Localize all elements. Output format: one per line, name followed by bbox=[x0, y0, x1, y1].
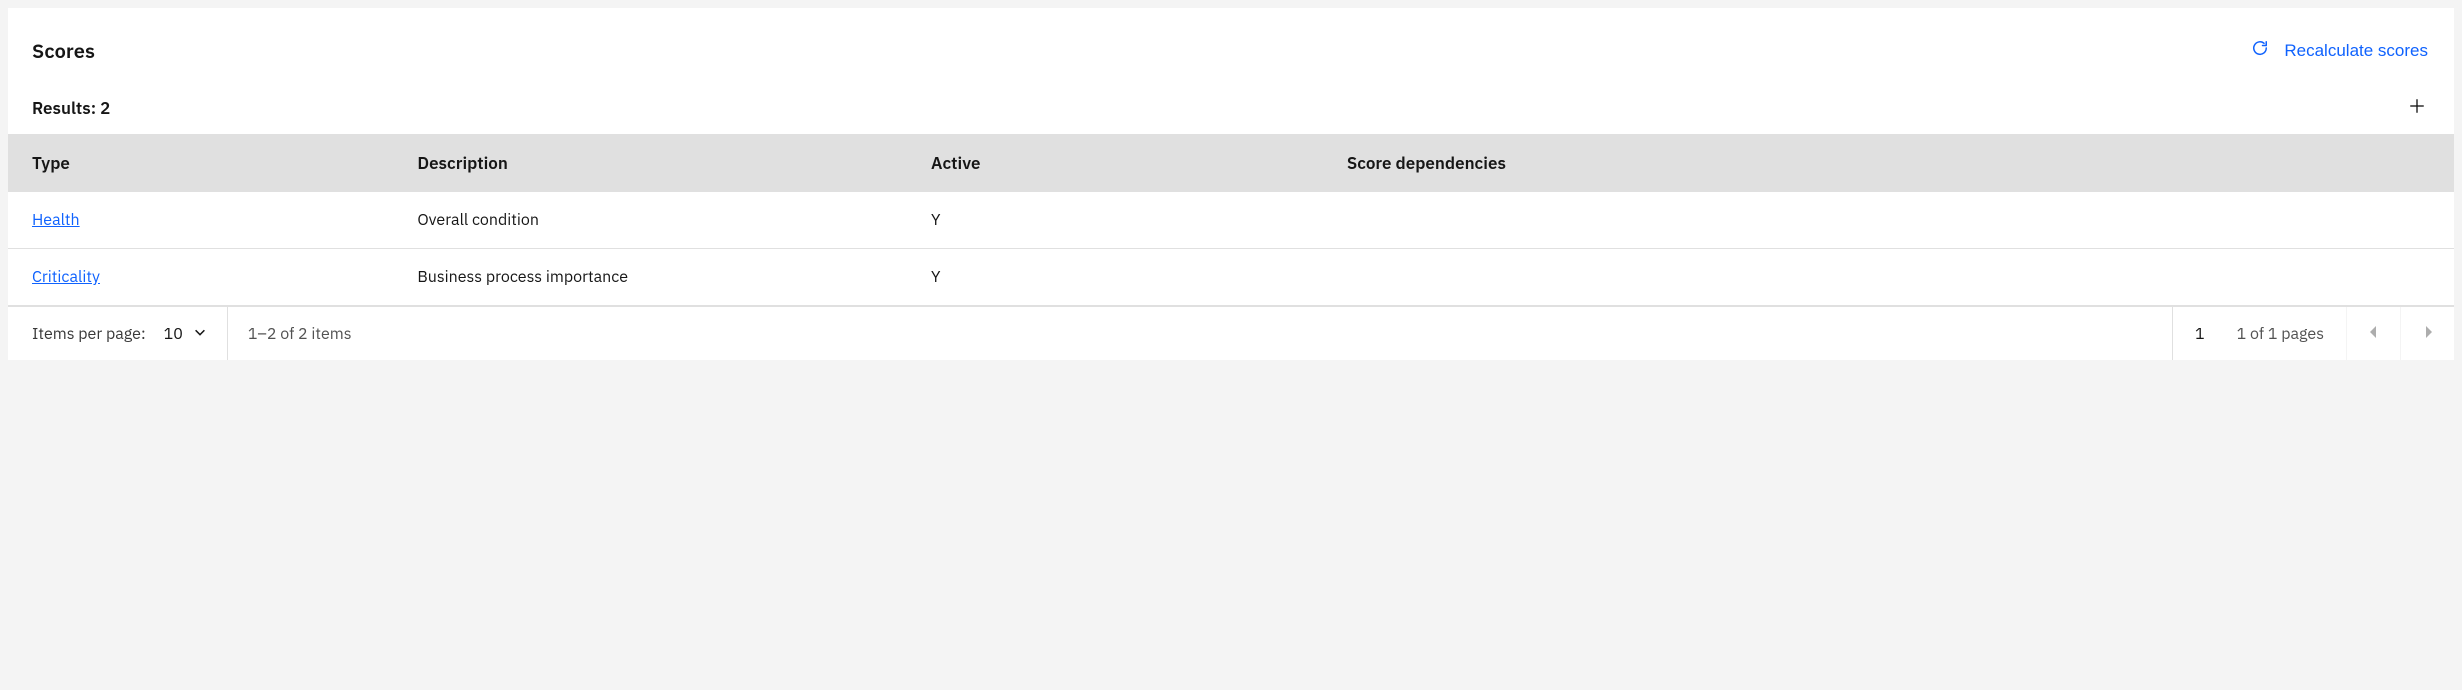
page-select[interactable]: 1 bbox=[2172, 307, 2237, 360]
results-row: Results: 2 bbox=[8, 81, 2454, 134]
panel-header: Scores Recalculate scores bbox=[8, 32, 2454, 81]
scores-table: Type Description Active Score dependenci… bbox=[8, 134, 2454, 306]
results-count: Results: 2 bbox=[32, 97, 110, 119]
prev-page-button[interactable] bbox=[2346, 307, 2400, 360]
refresh-icon bbox=[2250, 38, 2270, 63]
items-per-page-value: 10 bbox=[164, 324, 183, 344]
type-link[interactable]: Health bbox=[32, 210, 80, 230]
table-row: Health Overall condition Y bbox=[8, 192, 2454, 249]
chevron-down-icon bbox=[193, 324, 207, 344]
type-link[interactable]: Criticality bbox=[32, 267, 100, 287]
cell-description: Business process importance bbox=[399, 249, 913, 306]
caret-left-icon bbox=[2369, 326, 2379, 341]
cell-dependencies bbox=[1329, 249, 2454, 306]
next-page-button[interactable] bbox=[2400, 307, 2454, 360]
scores-panel: Scores Recalculate scores Results: 2 bbox=[8, 8, 2454, 360]
header-description[interactable]: Description bbox=[399, 134, 913, 192]
header-dependencies[interactable]: Score dependencies bbox=[1329, 134, 2454, 192]
table-row: Criticality Business process importance … bbox=[8, 249, 2454, 306]
items-range: 1–2 of 2 items bbox=[228, 307, 2172, 360]
items-per-page-select[interactable]: 10 bbox=[164, 324, 207, 344]
caret-right-icon bbox=[2423, 326, 2433, 341]
cell-active: Y bbox=[913, 249, 1329, 306]
page-select-value: 1 bbox=[2195, 324, 2205, 344]
recalculate-scores-button[interactable]: Recalculate scores bbox=[2248, 32, 2430, 69]
items-per-page-label: Items per page: bbox=[32, 324, 146, 344]
cell-description: Overall condition bbox=[399, 192, 913, 249]
add-button[interactable] bbox=[2404, 93, 2430, 122]
cell-dependencies bbox=[1329, 192, 2454, 249]
pages-label: 1 of 1 pages bbox=[2237, 307, 2346, 360]
header-active[interactable]: Active bbox=[913, 134, 1329, 192]
cell-active: Y bbox=[913, 192, 1329, 249]
items-per-page: Items per page: 10 bbox=[8, 307, 228, 360]
recalculate-label: Recalculate scores bbox=[2284, 41, 2428, 61]
pagination-bar: Items per page: 10 1–2 of 2 items 1 1 of… bbox=[8, 306, 2454, 360]
header-type[interactable]: Type bbox=[8, 134, 399, 192]
panel-title: Scores bbox=[32, 37, 95, 64]
plus-icon bbox=[2408, 103, 2426, 118]
table-header-row: Type Description Active Score dependenci… bbox=[8, 134, 2454, 192]
